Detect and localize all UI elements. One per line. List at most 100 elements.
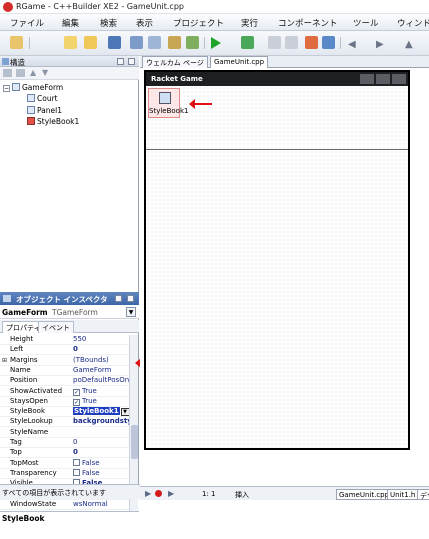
property-value[interactable]: ✓ True bbox=[73, 387, 129, 396]
checkbox[interactable] bbox=[73, 468, 80, 476]
menu-project[interactable]: プロジェクト bbox=[173, 17, 224, 29]
add-file-icon[interactable] bbox=[168, 36, 181, 49]
menu-search[interactable]: 検索 bbox=[100, 17, 117, 29]
structure-icon bbox=[2, 58, 9, 65]
property-row[interactable]: Top 0 bbox=[0, 448, 129, 459]
property-value[interactable]: 0 bbox=[73, 448, 129, 456]
up-arrow-icon[interactable]: ▲ bbox=[405, 39, 413, 50]
property-value[interactable]: ✓ True bbox=[73, 397, 129, 406]
property-value[interactable]: False bbox=[73, 458, 129, 467]
property-description-text: StyleBook bbox=[2, 514, 45, 523]
forward-arrow-icon[interactable]: ▶ bbox=[376, 39, 384, 50]
close-icon[interactable] bbox=[127, 295, 134, 302]
tab-bottom-design[interactable]: デザ bbox=[417, 489, 429, 500]
chevron-down-icon[interactable]: ▼ bbox=[120, 408, 129, 417]
property-row[interactable]: Transparency False bbox=[0, 468, 129, 479]
tree-root[interactable]: − GameForm bbox=[3, 83, 63, 92]
collapse-icon[interactable]: − bbox=[3, 85, 10, 92]
property-row[interactable]: Left 0 bbox=[0, 345, 129, 356]
scroll-thumb[interactable] bbox=[131, 425, 138, 459]
property-row[interactable]: StaysOpen ✓ True bbox=[0, 397, 129, 407]
run-without-debug-icon[interactable] bbox=[241, 36, 254, 49]
property-row[interactable]: Name GameForm bbox=[0, 366, 129, 376]
property-row[interactable]: ShowActivated ✓ True bbox=[0, 387, 129, 397]
property-value[interactable]: 0 bbox=[73, 438, 129, 446]
property-row[interactable]: StyleBook StyleBook1 ▼ bbox=[0, 407, 129, 418]
menu-edit[interactable]: 編集 bbox=[62, 17, 79, 29]
pause-icon[interactable] bbox=[268, 36, 281, 49]
folder-up-icon[interactable] bbox=[16, 69, 25, 77]
property-name: Name bbox=[10, 365, 31, 374]
property-row[interactable]: ⊞ Margins (TBounds) bbox=[0, 356, 129, 366]
move-up-icon[interactable]: ▲ bbox=[30, 68, 36, 77]
form-canvas[interactable]: StyleBook1 bbox=[146, 86, 408, 448]
tree-item-court[interactable]: Court bbox=[27, 94, 58, 103]
open-project-icon[interactable] bbox=[84, 36, 97, 49]
stylebook-component[interactable]: StyleBook1 bbox=[148, 88, 188, 118]
save-icon[interactable] bbox=[108, 36, 121, 49]
property-value-text: wsNormal bbox=[73, 499, 108, 508]
menu-component[interactable]: コンポーネント bbox=[278, 17, 338, 29]
remove-file-icon[interactable] bbox=[186, 36, 199, 49]
close-file-icon[interactable] bbox=[148, 36, 161, 49]
property-row[interactable]: Height 550 bbox=[0, 335, 129, 345]
play-icon[interactable]: ▶ bbox=[145, 489, 151, 498]
open-icon[interactable] bbox=[64, 36, 77, 49]
close-icon[interactable] bbox=[128, 58, 135, 65]
form-designer[interactable]: Racket Game StyleBook1 bbox=[144, 70, 410, 450]
property-value[interactable]: (TBounds) bbox=[73, 356, 129, 364]
move-down-icon[interactable]: ▼ bbox=[42, 68, 48, 77]
property-row[interactable]: StyleName bbox=[0, 428, 129, 438]
back-arrow-icon[interactable]: ◀ bbox=[348, 39, 356, 50]
property-value[interactable]: poDefaultPosOnl bbox=[73, 376, 129, 384]
folder-icon[interactable] bbox=[3, 69, 12, 77]
inspector-title: オブジェクト インスペクタ bbox=[16, 295, 108, 304]
tab-welcome-label: ウェルカム ページ bbox=[146, 59, 204, 67]
checkbox[interactable] bbox=[73, 458, 80, 466]
property-name: WindowState bbox=[10, 499, 57, 508]
step-over-icon[interactable] bbox=[305, 36, 318, 49]
property-value[interactable]: wsNormal bbox=[73, 500, 129, 508]
record-icon[interactable] bbox=[155, 490, 162, 497]
menu-view[interactable]: 表示 bbox=[136, 17, 153, 29]
save-all-icon[interactable] bbox=[130, 36, 143, 49]
tab-events[interactable]: イベント bbox=[38, 321, 74, 333]
property-row[interactable]: Position poDefaultPosOnl bbox=[0, 376, 129, 387]
run-icon[interactable] bbox=[211, 37, 221, 49]
property-value[interactable]: StyleBook1 ▼ bbox=[73, 407, 129, 417]
menu-window[interactable]: ウィンド bbox=[397, 17, 429, 29]
property-row[interactable]: TopMost False bbox=[0, 458, 129, 469]
property-value[interactable]: 0 bbox=[73, 345, 129, 353]
property-row[interactable]: Tag 0 bbox=[0, 438, 129, 448]
tab-gameunit-label: GameUnit.cpp bbox=[214, 58, 265, 66]
component-icon bbox=[27, 106, 35, 114]
play-icon[interactable]: ▶ bbox=[168, 489, 174, 498]
tab-bottom-gameunit-cpp[interactable]: GameUnit.cpp bbox=[336, 489, 393, 500]
new-icon[interactable] bbox=[10, 36, 23, 49]
property-value[interactable]: False bbox=[73, 468, 129, 477]
pin-icon[interactable] bbox=[115, 295, 122, 302]
trace-into-icon[interactable] bbox=[322, 36, 335, 49]
menu-tools[interactable]: ツール bbox=[353, 17, 379, 29]
tree-item-panel1[interactable]: Panel1 bbox=[27, 106, 62, 115]
property-name: ShowActivated bbox=[10, 386, 63, 395]
pin-icon[interactable] bbox=[117, 58, 124, 65]
menu-run[interactable]: 実行 bbox=[241, 17, 258, 29]
property-name: Position bbox=[10, 376, 38, 385]
checkbox[interactable]: ✓ bbox=[73, 398, 80, 406]
stop-icon[interactable] bbox=[285, 36, 298, 49]
tab-bottom-unit1-h[interactable]: Unit1.h bbox=[387, 489, 419, 500]
object-selector[interactable]: GameForm TGameForm ▼ bbox=[0, 305, 139, 319]
checkbox[interactable]: ✓ bbox=[73, 388, 80, 396]
property-value[interactable]: GameForm bbox=[73, 366, 129, 374]
property-value[interactable]: backgroundsty bbox=[73, 417, 129, 425]
property-row[interactable]: StyleLookup backgroundsty bbox=[0, 417, 129, 428]
expand-icon[interactable]: ⊞ bbox=[2, 357, 7, 364]
tab-welcome[interactable]: ウェルカム ページ bbox=[142, 56, 208, 68]
tab-gameunit[interactable]: GameUnit.cpp bbox=[210, 56, 269, 68]
chevron-down-icon[interactable]: ▼ bbox=[126, 307, 136, 317]
property-value[interactable]: 550 bbox=[73, 335, 129, 343]
menu-file[interactable]: ファイル bbox=[10, 17, 44, 29]
property-row[interactable]: WindowState wsNormal bbox=[0, 500, 129, 510]
tree-item-stylebook1[interactable]: StyleBook1 bbox=[27, 117, 79, 126]
